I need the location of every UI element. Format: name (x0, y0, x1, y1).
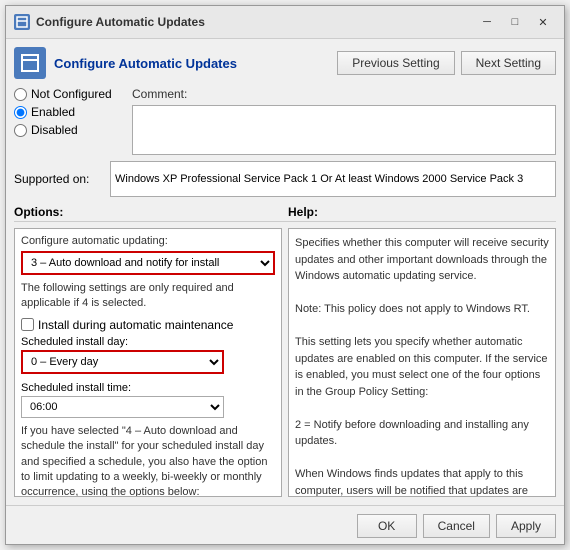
configure-label: Configure automatic updating: (21, 235, 275, 247)
middle-section: Not Configured Enabled Disabled Comment: (14, 87, 556, 155)
help-pane-label: Help: (288, 205, 556, 219)
supported-label: Supported on: (14, 172, 104, 186)
window-icon (14, 14, 30, 30)
schedule-time-label: Scheduled install time: (21, 382, 275, 394)
help-text: Specifies whether this computer will rec… (295, 235, 549, 497)
schedule-time-dropdown[interactable]: 06:00 07:00 (21, 396, 224, 418)
install-checkbox-row: Install during automatic maintenance (21, 318, 275, 332)
header-icon (14, 47, 46, 79)
title-bar: Configure Automatic Updates ─ □ ✕ (6, 6, 564, 39)
previous-setting-button[interactable]: Previous Setting (337, 51, 454, 75)
next-setting-button[interactable]: Next Setting (461, 51, 556, 75)
options-body-text: If you have selected "4 – Auto download … (21, 424, 275, 497)
disabled-radio[interactable]: Disabled (14, 123, 124, 137)
comment-label: Comment: (132, 87, 556, 101)
cancel-button[interactable]: Cancel (423, 514, 490, 538)
help-pane: Specifies whether this computer will rec… (288, 228, 556, 497)
radio-section: Not Configured Enabled Disabled (14, 87, 124, 137)
schedule-day-dropdown[interactable]: 0 – Every day 1 – Every Sunday 2 – Every… (21, 350, 224, 374)
install-checkbox-label: Install during automatic maintenance (38, 318, 233, 332)
bottom-bar: OK Cancel Apply (6, 505, 564, 544)
header-row: Configure Automatic Updates Previous Set… (14, 47, 556, 79)
comment-textarea[interactable] (132, 105, 556, 155)
auto-update-dropdown[interactable]: 2 – Notify for download and notify for i… (21, 251, 275, 275)
options-help-section: Configure automatic updating: 2 – Notify… (14, 221, 556, 497)
options-pane: Configure automatic updating: 2 – Notify… (14, 228, 282, 497)
content-area: Configure Automatic Updates Previous Set… (6, 39, 564, 505)
close-button[interactable]: ✕ (530, 12, 556, 32)
install-checkbox[interactable] (21, 318, 34, 331)
maximize-button[interactable]: □ (502, 12, 528, 32)
ok-button[interactable]: OK (357, 514, 417, 538)
enabled-radio[interactable]: Enabled (14, 105, 124, 119)
comment-section: Comment: (132, 87, 556, 155)
supported-row: Supported on: Windows XP Professional Se… (14, 161, 556, 197)
apply-button[interactable]: Apply (496, 514, 556, 538)
pane-labels: Options: Help: (14, 205, 556, 219)
supported-value: Windows XP Professional Service Pack 1 O… (110, 161, 556, 197)
navigation-buttons: Previous Setting Next Setting (337, 51, 556, 75)
dialog-title: Configure Automatic Updates (54, 56, 329, 71)
window-title: Configure Automatic Updates (36, 15, 205, 29)
minimize-button[interactable]: ─ (474, 12, 500, 32)
schedule-day-label: Scheduled install day: (21, 336, 275, 348)
window: Configure Automatic Updates ─ □ ✕ Config… (5, 5, 565, 545)
options-pane-label: Options: (14, 205, 282, 219)
not-configured-radio[interactable]: Not Configured (14, 87, 124, 101)
options-info-text: The following settings are only required… (21, 281, 275, 312)
